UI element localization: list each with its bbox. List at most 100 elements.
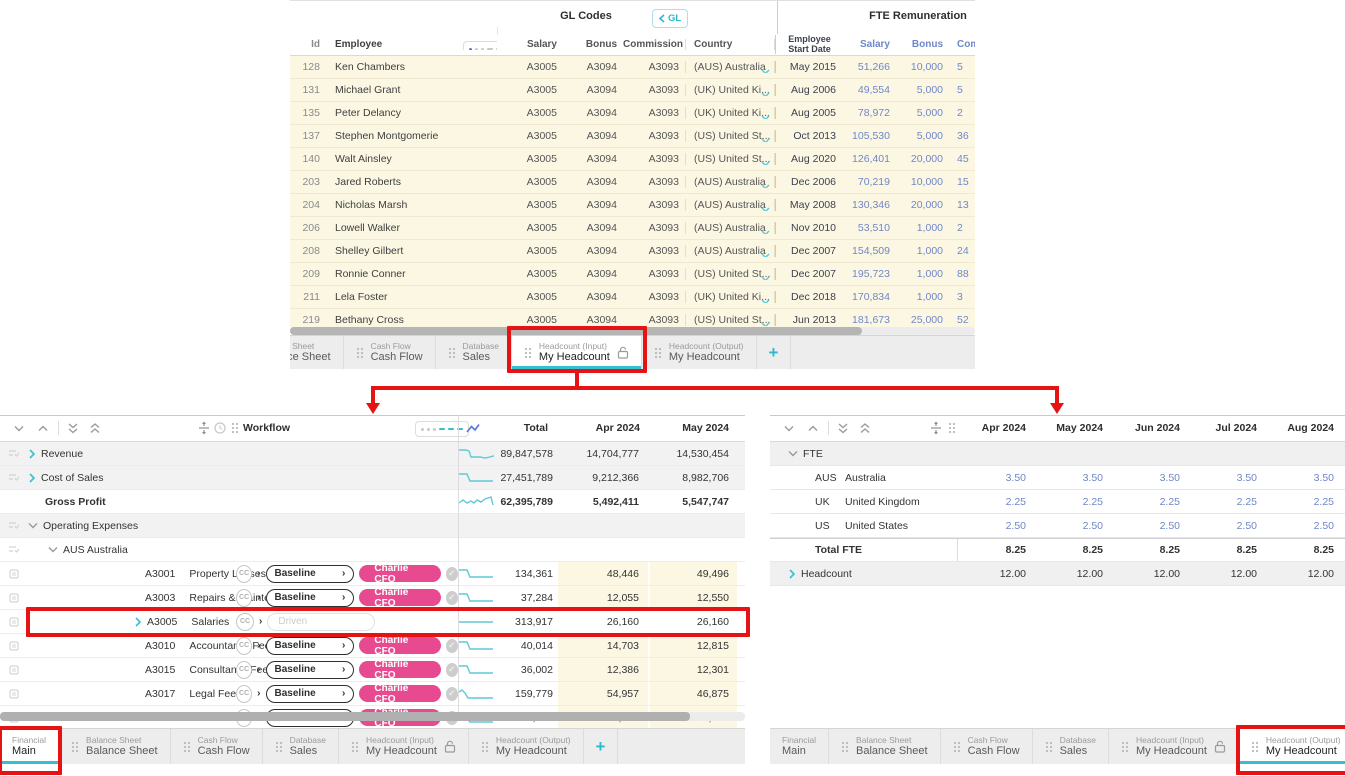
fte-cell-2[interactable]: 8.25: [1112, 544, 1189, 556]
tab-cash-flow-cash-flow[interactable]: Cash FlowCash Flow: [344, 336, 436, 369]
cell-fte-bonus[interactable]: 20,000: [895, 153, 948, 165]
tab-headcount-input-my-headcount[interactable]: Headcount (Input)My Headcount: [1109, 729, 1239, 764]
fte-cell-2[interactable]: 2.50: [1112, 520, 1189, 532]
cell-apr-2024[interactable]: 14,704,777: [556, 442, 648, 465]
cell-fte-bonus[interactable]: 1,000: [895, 268, 948, 280]
cell-may-2024[interactable]: [648, 514, 737, 537]
cell-fte-bonus[interactable]: 5,000: [895, 107, 948, 119]
tab-cash-flow-cash-flow[interactable]: Cash FlowCash Flow: [941, 729, 1033, 764]
cell-gl-salary[interactable]: A3005: [497, 268, 563, 280]
cell-fte-comm[interactable]: 5: [948, 61, 975, 73]
owner-pill[interactable]: Charlie CFO: [359, 661, 440, 678]
cell-fte-bonus[interactable]: 25,000: [895, 314, 948, 326]
horizontal-scrollbar[interactable]: [290, 327, 975, 335]
fte-cell-3[interactable]: 2.25: [1189, 496, 1266, 508]
cell-country-dropdown[interactable]: (UK) United Ki...: [685, 107, 775, 119]
pl-row-name-cell[interactable]: Gross Profit: [28, 490, 458, 513]
cell-fte-bonus[interactable]: 1,000: [895, 222, 948, 234]
cc-badge[interactable]: CC: [236, 685, 252, 703]
cell-gl-commission[interactable]: A3093: [623, 245, 685, 257]
cell-fte-salary[interactable]: 181,673: [843, 314, 895, 326]
pl-scrollbar-thumb[interactable]: [0, 712, 690, 721]
tab-financial-main[interactable]: FinancialMain: [770, 729, 829, 764]
cell-fte-salary[interactable]: 130,346: [843, 199, 895, 211]
fte-cell-3[interactable]: 12.00: [1189, 568, 1266, 580]
pl-row-name-cell[interactable]: A3005SalariesCC›Driven: [28, 610, 458, 633]
cell-apr-2024[interactable]: 12,055: [556, 586, 648, 609]
cc-badge[interactable]: CC: [236, 637, 252, 655]
cell-gl-commission[interactable]: A3093: [623, 268, 685, 280]
tab-database-sales[interactable]: DatabaseSales: [1033, 729, 1109, 764]
cell-fte-comm[interactable]: 15: [948, 176, 975, 188]
fte-cell-1[interactable]: 3.50: [1035, 472, 1112, 484]
add-sheet-button[interactable]: +: [584, 729, 619, 764]
cell-gl-salary[interactable]: A3005: [497, 61, 563, 73]
add-sheet-button[interactable]: +: [757, 336, 792, 369]
cell-start-date[interactable]: Dec 2006: [775, 176, 843, 188]
cell-apr-2024[interactable]: [556, 514, 648, 537]
cell-gl-commission[interactable]: A3093: [623, 130, 685, 142]
cell-may-2024[interactable]: [648, 538, 737, 561]
cell-fte-salary[interactable]: 170,834: [843, 291, 895, 303]
column-scale-widget[interactable]: [415, 421, 469, 437]
cell-fte-bonus[interactable]: 20,000: [895, 199, 948, 211]
cc-badge[interactable]: CC: [236, 565, 252, 583]
cell-gl-salary[interactable]: A3005: [497, 291, 563, 303]
fte-cell-2[interactable]: 12.00: [1112, 568, 1189, 580]
cell-fte-salary[interactable]: 49,554: [843, 84, 895, 96]
tab-headcount-output-my-headcount[interactable]: Headcount (Output)My Headcount: [469, 729, 584, 764]
pl-row-name-cell[interactable]: A3017Legal FeesCC›Baseline›Charlie CFO✓: [28, 682, 458, 705]
cell-fte-comm[interactable]: 5: [948, 84, 975, 96]
tab-balance-sheet-balance-sheet[interactable]: Balance SheetBalance Sheet: [290, 336, 344, 369]
cell-may-2024[interactable]: 12,550: [648, 586, 737, 609]
cell-gl-salary[interactable]: A3005: [497, 130, 563, 142]
cell-gl-bonus[interactable]: A3094: [563, 268, 623, 280]
cell-gl-bonus[interactable]: A3094: [563, 314, 623, 326]
cell-start-date[interactable]: Aug 2005: [775, 107, 843, 119]
cell-gl-bonus[interactable]: A3094: [563, 130, 623, 142]
cell-fte-salary[interactable]: 105,530: [843, 130, 895, 142]
cell-gl-commission[interactable]: A3093: [623, 199, 685, 211]
cell-gl-salary[interactable]: A3005: [497, 199, 563, 211]
cell-gl-bonus[interactable]: A3094: [563, 176, 623, 188]
pl-horizontal-scrollbar[interactable]: [0, 712, 745, 721]
cell-fte-salary[interactable]: 51,266: [843, 61, 895, 73]
clock-icon[interactable]: [214, 422, 226, 434]
cell-country-dropdown[interactable]: (AUS) Australia: [685, 245, 775, 257]
cell-fte-bonus[interactable]: 5,000: [895, 130, 948, 142]
cell-gl-bonus[interactable]: A3094: [563, 245, 623, 257]
cell-fte-comm[interactable]: 36: [948, 130, 975, 142]
cell-fte-salary[interactable]: 70,219: [843, 176, 895, 188]
chevron-down-icon[interactable]: [784, 424, 794, 433]
chevron-up-icon[interactable]: [808, 424, 818, 433]
tab-cash-flow-cash-flow[interactable]: Cash FlowCash Flow: [171, 729, 263, 764]
tab-headcount-output-my-headcount[interactable]: Headcount (Output)My Headcount: [1239, 729, 1345, 764]
cell-fte-bonus[interactable]: 1,000: [895, 245, 948, 257]
tab-headcount-output-my-headcount[interactable]: Headcount (Output)My Headcount: [642, 336, 757, 369]
cell-country-dropdown[interactable]: (US) United St...: [685, 153, 775, 165]
pl-row-name-cell[interactable]: Revenue: [28, 442, 458, 465]
baseline-pill[interactable]: Baseline›: [266, 661, 355, 679]
cell-gl-bonus[interactable]: A3094: [563, 291, 623, 303]
cell-gl-salary[interactable]: A3005: [497, 107, 563, 119]
cell-gl-bonus[interactable]: A3094: [563, 222, 623, 234]
cell-gl-salary[interactable]: A3005: [497, 314, 563, 326]
cell-start-date[interactable]: Nov 2010: [775, 222, 843, 234]
cell-country-dropdown[interactable]: (US) United St...: [685, 314, 775, 326]
pl-row-name-cell[interactable]: A3001Property LeasesCC›Baseline›Charlie …: [28, 562, 458, 585]
cell-fte-comm[interactable]: 45: [948, 153, 975, 165]
row-height-icon[interactable]: [198, 421, 210, 435]
cell-apr-2024[interactable]: 54,957: [556, 682, 648, 705]
approved-check-icon[interactable]: ✓: [446, 639, 458, 653]
baseline-pill[interactable]: Baseline›: [266, 565, 355, 583]
cell-start-date[interactable]: Aug 2020: [775, 153, 843, 165]
pl-row-name-cell[interactable]: Cost of Sales: [28, 466, 458, 489]
cell-start-date[interactable]: May 2008: [775, 199, 843, 211]
cell-country-dropdown[interactable]: (AUS) Australia: [685, 199, 775, 211]
approved-check-icon[interactable]: ✓: [446, 687, 458, 701]
baseline-pill[interactable]: Baseline›: [266, 685, 355, 703]
gl-collapse-button[interactable]: GL: [652, 9, 688, 28]
double-chevron-down-icon[interactable]: [68, 423, 78, 434]
cell-apr-2024[interactable]: 12,386: [556, 658, 648, 681]
cell-fte-comm[interactable]: 52: [948, 314, 975, 326]
